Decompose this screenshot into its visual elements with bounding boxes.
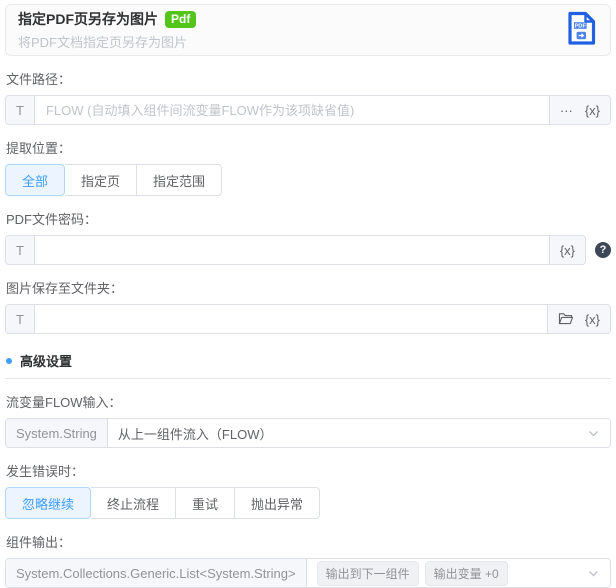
radio-throw-exception[interactable]: 抛出异常 — [235, 487, 321, 519]
save-folder-input[interactable] — [34, 305, 547, 333]
chevron-down-icon — [587, 567, 600, 580]
flow-input-selected-value: 从上一组件流入（FLOW） — [117, 426, 273, 442]
extract-position-radio-group: 全部 指定页 指定范围 — [5, 164, 223, 196]
output-to-next-tag[interactable]: 输出到下一组件 — [316, 560, 419, 586]
header-text: 指定PDF页另存为图片 Pdf 将PDF文档指定页另存为图片 — [18, 9, 197, 51]
bullet-dot-icon — [6, 357, 12, 364]
type-indicator-text: T — [6, 96, 35, 124]
type-indicator-text: T — [6, 305, 35, 333]
pdf-password-input-group: T {x} — [5, 235, 586, 265]
flow-type-text: System.String — [6, 419, 108, 447]
variable-picker-button[interactable]: {x} — [585, 104, 600, 117]
save-folder-label: 图片保存至文件夹： — [6, 281, 124, 296]
on-error-radio-group: 忽略继续 终止流程 重试 抛出异常 — [5, 487, 321, 519]
output-type-text: System.Collections.Generic.List<System.S… — [6, 559, 307, 587]
flow-input-select[interactable]: 从上一组件流入（FLOW） — [107, 419, 610, 447]
component-output-select[interactable]: 输出到下一组件 输出变量 +0 — [306, 559, 610, 587]
page-subtitle: 将PDF文档指定页另存为图片 — [18, 35, 188, 50]
pdf-export-icon: PDF — [567, 11, 596, 49]
flow-input-select-group: System.String 从上一组件流入（FLOW） — [5, 418, 611, 448]
flow-input-label: 流变量FLOW输入： — [6, 395, 122, 410]
browse-ellipsis-button[interactable]: ··· — [560, 104, 573, 117]
file-path-input-group: T ··· {x} — [5, 95, 611, 125]
variable-picker-button[interactable]: {x} — [560, 244, 575, 257]
radio-terminate-flow[interactable]: 终止流程 — [91, 487, 177, 519]
type-indicator-text: T — [6, 236, 35, 264]
component-output-label: 组件输出： — [6, 535, 72, 550]
output-variable-tag[interactable]: 输出变量 +0 — [424, 560, 508, 586]
radio-all-pages[interactable]: 全部 — [5, 164, 66, 196]
page-title: 指定PDF页另存为图片 — [18, 11, 158, 27]
save-folder-input-group: T {x} — [5, 304, 611, 334]
svg-text:PDF: PDF — [575, 24, 587, 30]
pdf-password-label: PDF文件密码： — [6, 212, 98, 227]
file-path-label: 文件路径： — [6, 72, 72, 87]
radio-retry[interactable]: 重试 — [176, 487, 236, 519]
help-icon[interactable]: ? — [595, 242, 611, 258]
file-path-input[interactable] — [34, 96, 549, 124]
chevron-down-icon — [587, 427, 600, 440]
variable-picker-button[interactable]: {x} — [585, 313, 600, 326]
section-divider — [5, 378, 611, 379]
pdf-password-input[interactable] — [34, 236, 549, 264]
component-output-select-group: System.Collections.Generic.List<System.S… — [5, 558, 611, 588]
radio-ignore-continue[interactable]: 忽略继续 — [5, 487, 92, 519]
component-header: 指定PDF页另存为图片 Pdf 将PDF文档指定页另存为图片 PDF — [5, 4, 611, 56]
pdf-save-image-config-panel: 指定PDF页另存为图片 Pdf 将PDF文档指定页另存为图片 PDF 文件路径：… — [0, 0, 616, 588]
advanced-settings-section-header: 高级设置 — [6, 351, 611, 370]
extract-position-label: 提取位置： — [6, 141, 72, 156]
on-error-label: 发生错误时： — [6, 464, 85, 479]
radio-specified-range[interactable]: 指定范围 — [137, 164, 223, 196]
advanced-settings-title: 高级设置 — [20, 354, 73, 369]
pdf-category-badge: Pdf — [165, 10, 197, 28]
radio-specified-page[interactable]: 指定页 — [65, 164, 138, 196]
folder-browse-icon[interactable] — [558, 312, 573, 327]
